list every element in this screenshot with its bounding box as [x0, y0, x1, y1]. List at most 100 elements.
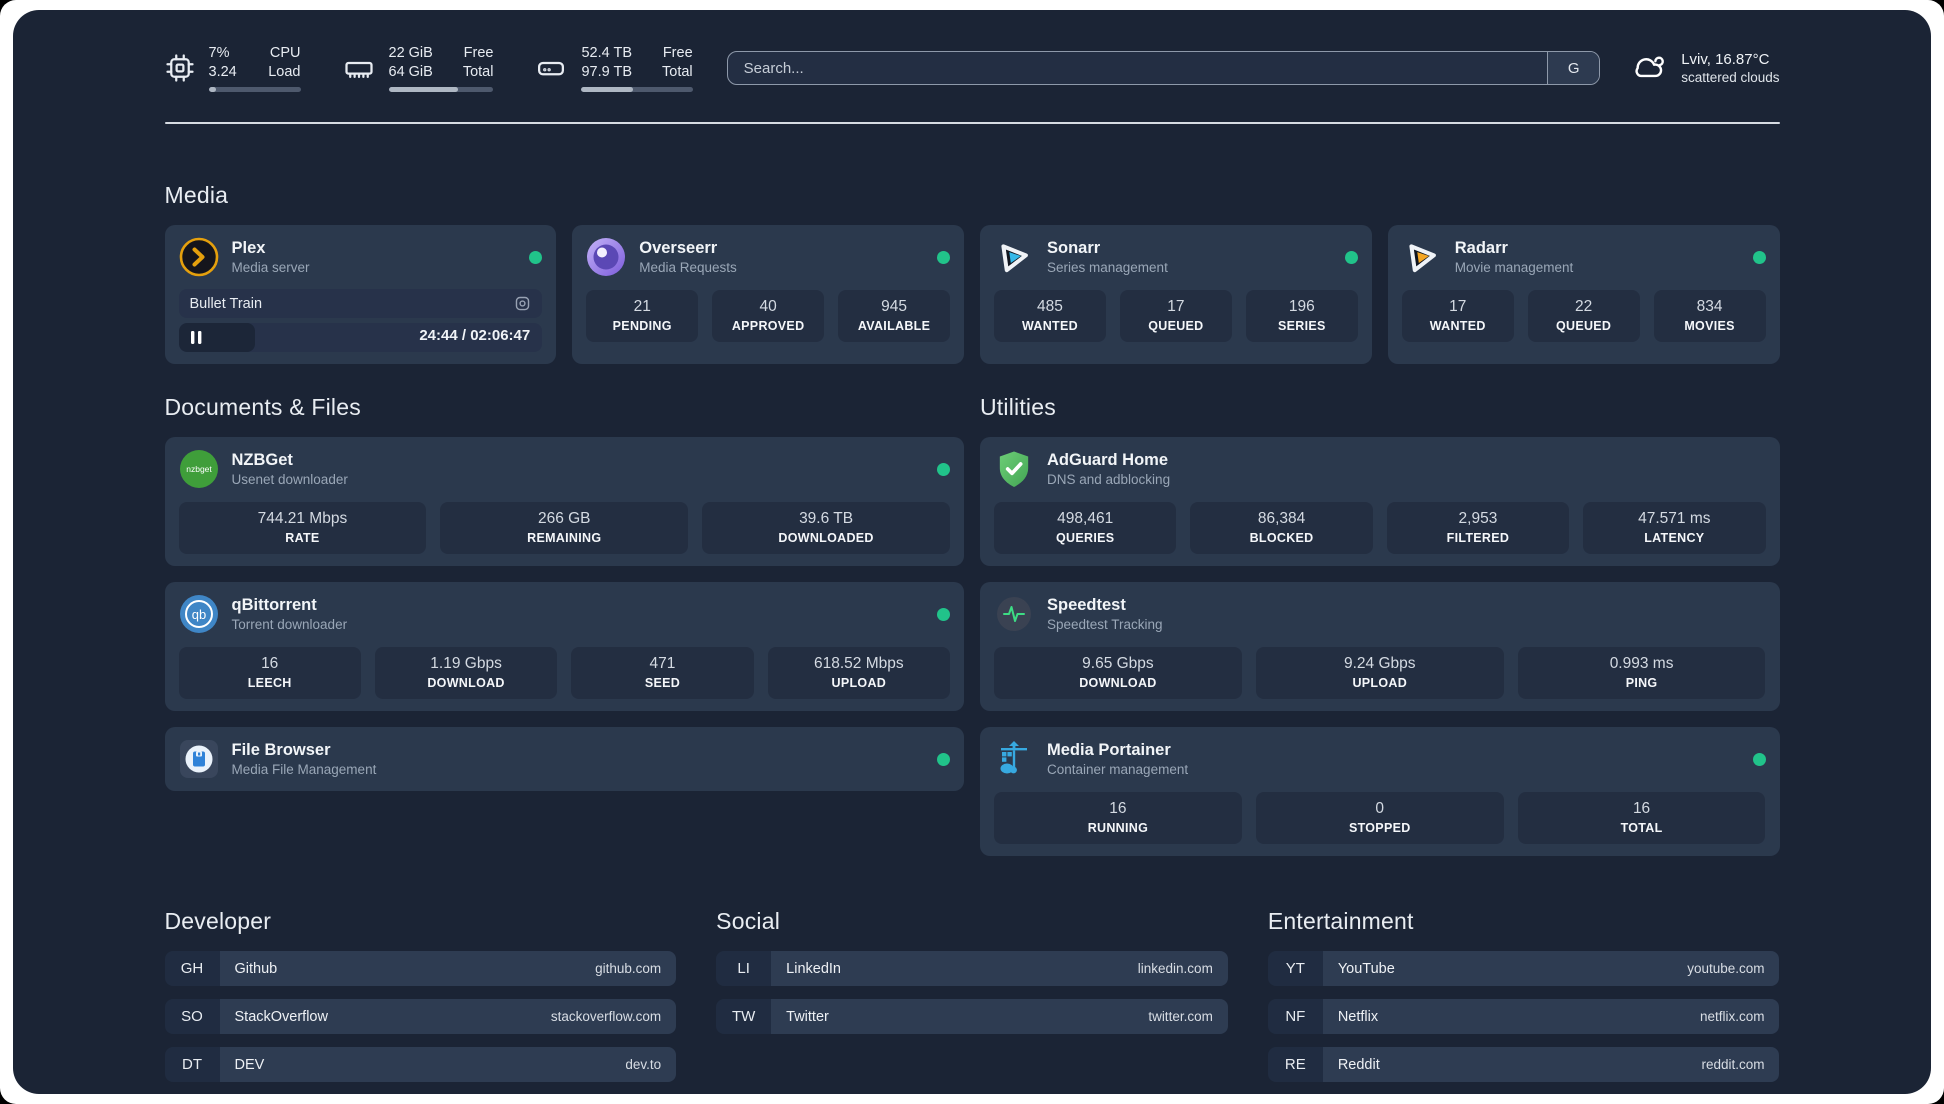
nzbget-card[interactable]: nzbget NZBGet Usenet downloader 744.21 M…: [164, 437, 964, 566]
now-playing-title: Bullet Train: [189, 295, 263, 312]
app-title: AdGuard Home: [1047, 450, 1169, 469]
bookmark-abbr: GH: [164, 951, 220, 986]
section-title-social: Social: [716, 908, 780, 934]
search-bar: G: [726, 51, 1601, 85]
section-title-documents: Documents & Files: [164, 394, 361, 420]
stat-seed: 471 SEED: [571, 647, 754, 699]
status-dot: [937, 752, 950, 766]
stat-wanted: 17 WANTED: [1401, 290, 1514, 342]
bookmark-stackoverflow[interactable]: SO StackOverflow stackoverflow.com: [164, 999, 677, 1034]
filebrowser-card[interactable]: File Browser Media File Management: [164, 727, 964, 791]
app-title: File Browser: [231, 740, 331, 759]
nzbget-icon: nzbget: [179, 449, 219, 489]
stat-running: 16 RUNNING: [994, 792, 1242, 844]
bookmark-abbr: DT: [164, 1047, 220, 1082]
cloud-icon: [1630, 49, 1668, 88]
bookmark-twitter[interactable]: TW Twitter twitter.com: [716, 999, 1228, 1034]
stat-remaining: 266 GB REMAINING: [440, 502, 689, 554]
stat-approved: 40 APPROVED: [712, 290, 825, 342]
stat-total: 16 TOTAL: [1517, 792, 1766, 844]
weather-widget: Lviv, 16.87°C scattered clouds: [1630, 49, 1780, 88]
app-title: NZBGet: [231, 450, 293, 469]
status-dot: [937, 250, 950, 264]
bookmark-github[interactable]: GH Github github.com: [164, 951, 677, 986]
app-title: qBittorrent: [231, 595, 317, 614]
bookmark-abbr: RE: [1267, 1047, 1323, 1082]
bookmark-youtube[interactable]: YT YouTube youtube.com: [1267, 951, 1780, 986]
section-title-entertainment: Entertainment: [1267, 908, 1414, 934]
app-title: Sonarr: [1047, 238, 1101, 257]
cpu-usage-label: CPU: [269, 45, 301, 61]
app-title: Media Portainer: [1047, 740, 1171, 759]
section-title-developer: Developer: [164, 908, 272, 934]
stat-stopped: 0 STOPPED: [1255, 792, 1504, 844]
overseerr-card[interactable]: Overseerr Media Requests 21 PENDING 40 APP…: [572, 225, 964, 364]
disk-progress-bar: [581, 87, 693, 92]
stat-download: 9.65 Gbps DOWNLOAD: [994, 647, 1242, 699]
sonarr-icon: [994, 237, 1034, 277]
bookmark-abbr: YT: [1267, 951, 1323, 986]
now-playing-row: Bullet Train: [178, 289, 543, 318]
bookmark-abbr: TW: [716, 999, 772, 1034]
stat-latency: 47.571 ms LATENCY: [1583, 502, 1766, 554]
filebrowser-icon: [179, 739, 219, 779]
app-subtitle: Series management: [1047, 259, 1168, 275]
stat-ping: 0.993 ms PING: [1517, 647, 1766, 699]
search-input[interactable]: [727, 52, 1548, 84]
bookmark-dev[interactable]: DT DEV dev.to: [164, 1047, 677, 1082]
qbittorrent-card[interactable]: qb qBittorrent Torrent downloader 16 LEEC…: [164, 582, 964, 711]
bookmark-abbr: NF: [1267, 999, 1323, 1034]
app-subtitle: Torrent downloader: [231, 616, 348, 632]
social-section: Social LI LinkedIn linkedin.com TW Twitte…: [716, 908, 1228, 1082]
entertainment-section: Entertainment YT YouTube youtube.com NF N…: [1267, 908, 1780, 1082]
cpu-load-label: Load: [268, 64, 301, 80]
app-subtitle: DNS and adblocking: [1047, 471, 1171, 487]
stat-leech: 16 LEECH: [178, 647, 361, 699]
sonarr-card[interactable]: Sonarr Series management 485 WANTED 17 QUE…: [980, 225, 1372, 364]
stat-download: 1.19 Gbps DOWNLOAD: [374, 647, 558, 699]
status-dot: [937, 607, 950, 621]
disk-free-value: 52.4 TB: [581, 45, 633, 61]
app-subtitle: Movie management: [1454, 259, 1574, 275]
disk-icon: [535, 53, 567, 83]
pause-icon[interactable]: [190, 330, 203, 350]
section-title-utilities: Utilities: [980, 394, 1056, 420]
app-title: Overseerr: [639, 238, 718, 257]
playback-time: 24:44 / 02:06:47: [419, 327, 531, 344]
radarr-card[interactable]: Radarr Movie management 17 WANTED 22 QUEUE…: [1387, 225, 1780, 364]
ram-icon: [343, 53, 375, 83]
bookmark-linkedin[interactable]: LI LinkedIn linkedin.com: [716, 951, 1228, 986]
overseerr-icon: [586, 237, 626, 277]
adguard-card[interactable]: AdGuard Home DNS and adblocking 498,461 Q…: [980, 437, 1780, 566]
stat-blocked: 86,384 BLOCKED: [1190, 502, 1373, 554]
app-subtitle: Media File Management: [231, 761, 377, 777]
section-title-media: Media: [164, 182, 229, 208]
stat-upload: 9.24 Gbps UPLOAD: [1255, 647, 1504, 699]
bookmark-netflix[interactable]: NF Netflix netflix.com: [1267, 999, 1780, 1034]
app-subtitle: Container management: [1047, 761, 1189, 777]
disk-widget: 52.4 TB Free 97.9 TB Total: [535, 44, 693, 92]
portainer-card[interactable]: Media Portainer Container management 16 R…: [980, 727, 1780, 856]
bookmark-reddit[interactable]: RE Reddit reddit.com: [1267, 1047, 1780, 1082]
app-subtitle: Usenet downloader: [231, 471, 348, 487]
adguard-icon: [994, 449, 1034, 489]
media-section: Media Plex Media server Bullet Train 24:…: [164, 182, 1780, 364]
status-dot: [1752, 250, 1766, 264]
search-provider-button[interactable]: G: [1547, 52, 1600, 84]
video-session-icon: [514, 295, 531, 312]
disk-free-label: Free: [662, 45, 693, 61]
stat-upload: 618.52 Mbps UPLOAD: [767, 647, 950, 699]
plex-card[interactable]: Plex Media server Bullet Train 24:44 / 0…: [164, 225, 557, 364]
developer-section: Developer GH Github github.com SO StackOv…: [164, 908, 677, 1082]
memory-free-label: Free: [463, 45, 494, 61]
playback-progress-bar[interactable]: 24:44 / 02:06:47: [178, 323, 543, 352]
speedtest-card[interactable]: Speedtest Speedtest Tracking 9.65 Gbps DO…: [980, 582, 1780, 711]
memory-widget: 22 GiB Free 64 GiB Total: [343, 44, 494, 92]
bookmark-abbr: SO: [164, 999, 220, 1034]
stat-rate: 744.21 Mbps RATE: [178, 502, 427, 554]
documents-section: Documents & Files nzbget NZBGet Usenet d…: [164, 394, 964, 791]
app-subtitle: Media Requests: [639, 259, 737, 275]
stat-movies: 834 MOVIES: [1653, 290, 1766, 342]
svg-text:qb: qb: [191, 607, 205, 622]
dashboard: 7% CPU 3.24 Load 22 GiB Free 64 GiB Tota…: [13, 10, 1931, 1094]
